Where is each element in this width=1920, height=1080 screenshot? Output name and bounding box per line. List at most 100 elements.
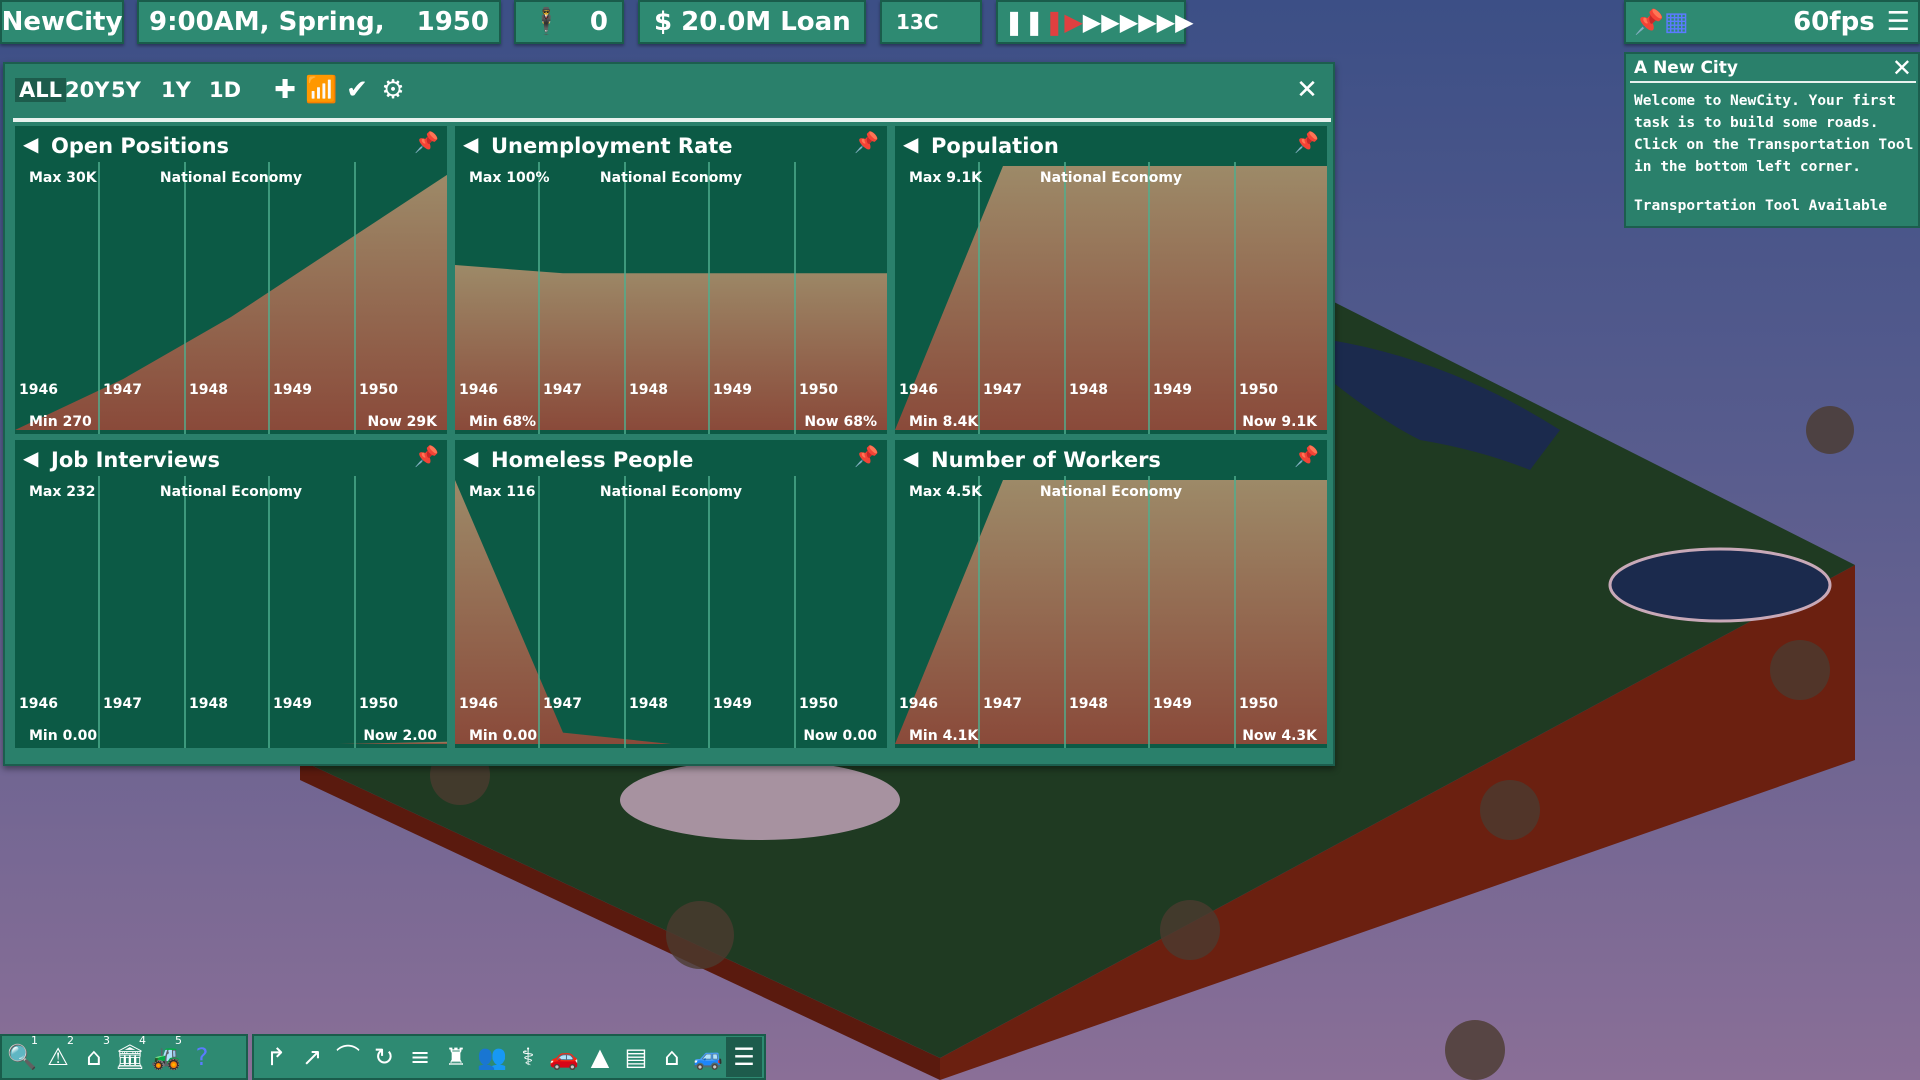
population-box[interactable]: 🕴 0	[514, 0, 624, 44]
back-arrow-icon[interactable]: ◀	[903, 446, 918, 470]
weather-box[interactable]: 13C	[880, 0, 982, 44]
range-all-button[interactable]: ALL	[15, 78, 67, 102]
tool-shortcut-number: 2	[67, 1034, 74, 1047]
year-tick-label: 1950	[799, 696, 838, 712]
chart-area	[455, 265, 887, 430]
year-tick-label: 1948	[189, 696, 228, 712]
car-icon[interactable]: 🚗	[546, 1037, 582, 1077]
pin-icon[interactable]: 📌	[854, 444, 879, 468]
chart-icon[interactable]: 📶	[305, 74, 337, 106]
chart-panel: ◀ Population 📌 1946 1947 1948 1949 1950 Max 9.…	[895, 126, 1327, 434]
year-label: 1950	[416, 7, 489, 37]
menu-icon[interactable]: ☰	[1887, 7, 1910, 37]
year-tick-label: 1946	[19, 696, 58, 712]
people-icon[interactable]: 👥	[474, 1037, 510, 1077]
header-separator	[13, 118, 1331, 122]
zone-tool-icon[interactable]: ⌂ 3	[76, 1035, 112, 1077]
chart-title: Unemployment Rate	[491, 134, 733, 158]
chart-panel: ◀ Homeless People 📌 1946 1947 1948 1949 1950 M…	[455, 440, 887, 748]
message-close-icon[interactable]: ✕	[1892, 54, 1912, 82]
city-name-box[interactable]: NewCity	[0, 0, 124, 44]
fastest-forward-icon[interactable]: ▶▶▶	[1138, 8, 1193, 36]
min-label: Min 270	[29, 414, 92, 430]
chart-subtitle: National Economy	[600, 170, 742, 186]
tool-shortcut-number: 4	[139, 1034, 146, 1047]
query-icon[interactable]: 🔍 1	[4, 1035, 40, 1077]
road-ramp-icon[interactable]: ↗	[294, 1037, 330, 1077]
bridge-icon[interactable]: ⌒	[330, 1037, 366, 1077]
year-tick-label: 1946	[19, 382, 58, 398]
chart-plot: 1946 1947 1948 1949 1950 Max 116 National Econ…	[455, 476, 887, 748]
back-arrow-icon[interactable]: ◀	[903, 132, 918, 156]
max-label: Max 116	[469, 484, 536, 500]
now-label: Now 68%	[804, 414, 877, 430]
help-icon[interactable]: ?	[184, 1037, 220, 1077]
vehicle-icon[interactable]: 🚙	[690, 1037, 726, 1077]
pin-icon[interactable]: 📌	[414, 444, 439, 468]
chart-panel: ◀ Job Interviews 📌 1946 1947 1948 1949 1950 Ma…	[15, 440, 447, 748]
close-icon[interactable]: ✕	[1291, 74, 1323, 106]
back-arrow-icon[interactable]: ◀	[23, 446, 38, 470]
min-label: Min 8.4K	[909, 414, 979, 430]
pause-icon[interactable]: ❚❚	[1004, 8, 1044, 36]
house-icon[interactable]: ⌂	[654, 1037, 690, 1077]
year-tick-label: 1946	[899, 696, 938, 712]
range-1y-button[interactable]: 1Y	[161, 78, 191, 102]
chart-plot: 1946 1947 1948 1949 1950 Max 9.1K National Eco…	[895, 162, 1327, 434]
road-tool-icon[interactable]: ⚠ 2	[40, 1034, 76, 1077]
roundabout-icon[interactable]: ↻	[366, 1037, 402, 1077]
bulldozer-tool-icon[interactable]: 🚜 5	[148, 1034, 184, 1077]
pin-icon[interactable]: 📌	[1294, 130, 1319, 154]
message-title: A New City	[1634, 58, 1738, 78]
bus-stop-icon[interactable]: ▤	[618, 1037, 654, 1077]
time-label: 9:00AM, Spring,	[149, 7, 385, 37]
back-arrow-icon[interactable]: ◀	[463, 446, 478, 470]
buildings-tool-icon[interactable]: 🏛 4	[112, 1034, 148, 1077]
check-icon[interactable]: ✔	[341, 74, 373, 106]
year-tick-label: 1947	[543, 696, 582, 712]
road-curve-icon[interactable]: ↱	[258, 1037, 294, 1077]
add-chart-icon[interactable]: ✚	[269, 74, 301, 106]
person-icon: 🕴	[530, 7, 563, 37]
max-label: Max 232	[29, 484, 96, 500]
pin-icon[interactable]: 📌	[854, 130, 879, 154]
tower-icon[interactable]: ♜	[438, 1037, 474, 1077]
date-box[interactable]: 9:00AM, Spring, 1950	[137, 0, 501, 44]
year-tick-label: 1948	[1069, 696, 1108, 712]
min-label: Min 68%	[469, 414, 536, 430]
chart-title: Open Positions	[51, 134, 230, 158]
chart-panel: ◀ Unemployment Rate 📌 1946 1947 1948 1949 195…	[455, 126, 887, 434]
settings-plus-icon[interactable]: ⚙	[377, 74, 409, 106]
lake	[1608, 547, 1832, 623]
year-tick-label: 1947	[103, 382, 142, 398]
cone-icon[interactable]: ▲	[582, 1037, 618, 1077]
now-label: Now 2.00	[363, 728, 437, 744]
messages-icon[interactable]: ☰	[726, 1037, 762, 1077]
message-body: Welcome to NewCity. Your first task is t…	[1634, 93, 1914, 175]
medical-icon[interactable]: ⚕	[510, 1037, 546, 1077]
range-5y-button[interactable]: 5Y	[111, 78, 141, 102]
year-tick-label: 1947	[103, 696, 142, 712]
chart-subtitle: National Economy	[600, 484, 742, 500]
rail-icon[interactable]: ≡	[402, 1037, 438, 1077]
year-tick-label: 1946	[459, 382, 498, 398]
pin-icon[interactable]: 📌	[1634, 8, 1664, 36]
fast-forward-icon[interactable]: ▶▶	[1101, 8, 1138, 36]
tool-shortcut-number: 5	[175, 1034, 182, 1047]
year-tick-label: 1950	[1239, 382, 1278, 398]
range-20y-button[interactable]: 20Y	[65, 78, 109, 102]
grid-icon[interactable]: ▦	[1664, 7, 1689, 37]
play-icon[interactable]: ▶	[1083, 8, 1101, 36]
back-arrow-icon[interactable]: ◀	[463, 132, 478, 156]
chart-subtitle: National Economy	[1040, 484, 1182, 500]
pin-icon[interactable]: 📌	[414, 130, 439, 154]
speed-slow-icon[interactable]: ❚▶	[1044, 8, 1083, 36]
population-count: 0	[589, 7, 608, 37]
statistics-window: ALL 20Y 5Y 1Y 1D ✚ 📶 ✔ ⚙ ✕ ◀ Open Positi…	[3, 62, 1335, 766]
year-tick-label: 1950	[359, 382, 398, 398]
money-box[interactable]: $ 20.0M Loan	[638, 0, 866, 44]
year-tick-label: 1949	[713, 696, 752, 712]
pin-icon[interactable]: 📌	[1294, 444, 1319, 468]
range-1d-button[interactable]: 1D	[209, 78, 241, 102]
back-arrow-icon[interactable]: ◀	[23, 132, 38, 156]
